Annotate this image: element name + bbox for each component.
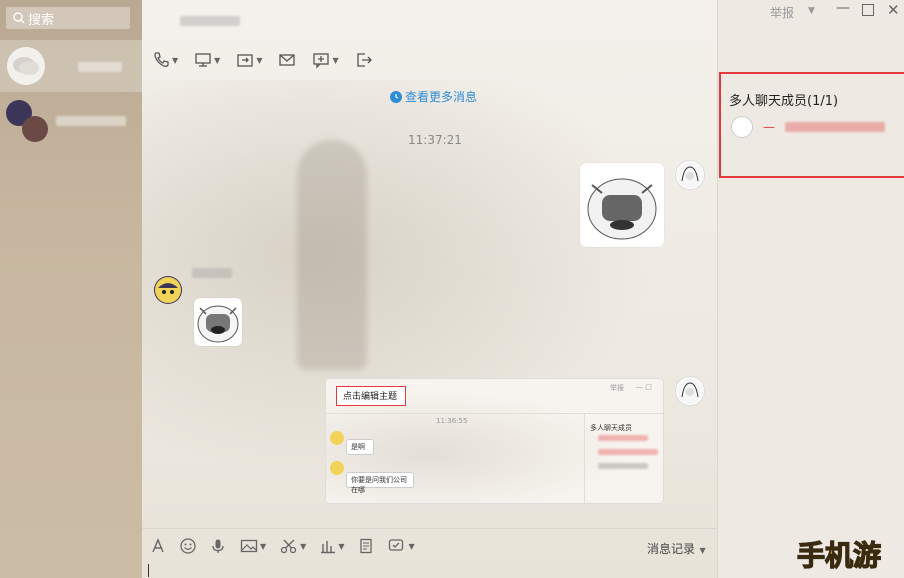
search-box[interactable]: 搜索 xyxy=(6,7,130,29)
emoji-button[interactable] xyxy=(180,538,196,554)
message-history-button[interactable]: 消息记录 ▼ xyxy=(647,540,706,557)
font-icon xyxy=(152,538,164,553)
background-silhouette xyxy=(297,140,367,370)
search-icon xyxy=(13,12,25,24)
chat-title-blurred xyxy=(180,16,240,26)
conversation-sidebar: 搜索 xyxy=(0,0,142,578)
message-timestamp: 11:37:21 xyxy=(408,133,462,147)
text-cursor xyxy=(148,564,149,577)
document-button[interactable] xyxy=(358,538,374,554)
message-input-area[interactable]: ▼ ▼ ▼ ▼ 消息记录 ▼ xyxy=(142,528,717,578)
close-icon[interactable]: ✕ xyxy=(887,1,900,19)
checklist-icon xyxy=(389,539,404,551)
file-transfer-icon xyxy=(237,54,253,67)
message-history-label: 消息记录 xyxy=(647,542,696,556)
maximize-icon[interactable] xyxy=(862,4,874,16)
inner-report: 举报 xyxy=(610,384,624,392)
report-button[interactable]: 举报 xyxy=(770,4,794,21)
member-dash: — xyxy=(763,120,775,134)
call-button[interactable]: ▼ xyxy=(152,51,178,69)
clock-icon xyxy=(390,90,402,103)
chat-panel: ▼ ▼ ▼ ▼ 查看更多消息 11:37:21 点击编辑主题 举报 — □ 11… xyxy=(142,0,717,578)
menu-dropdown-icon[interactable]: ▼ xyxy=(808,6,815,16)
add-app-icon xyxy=(313,53,330,69)
sticker-message-sent[interactable] xyxy=(580,163,664,247)
voice-button[interactable] xyxy=(210,538,226,554)
search-placeholder: 搜索 xyxy=(28,12,55,28)
contact-name-blurred xyxy=(192,268,232,278)
group-members-panel: 多人聊天成员(1/1) — xyxy=(719,72,904,178)
font-button[interactable] xyxy=(150,538,166,554)
svg-text:手机游: 手机游 xyxy=(797,539,881,572)
document-icon xyxy=(360,538,373,554)
sticker-message-received[interactable] xyxy=(194,298,242,346)
site-watermark-logo: 手机游 xyxy=(795,535,901,573)
add-app-button[interactable]: ▼ xyxy=(312,51,339,69)
right-panel: 举报 ▼ — ✕ 多人聊天成员(1/1) — xyxy=(717,0,904,578)
exit-button[interactable] xyxy=(355,51,373,69)
view-more-messages-link[interactable]: 查看更多消息 xyxy=(390,88,477,105)
image-icon xyxy=(240,539,258,553)
file-transfer-button[interactable]: ▼ xyxy=(236,51,262,69)
member-avatar xyxy=(731,116,753,138)
bar-chart-icon xyxy=(321,541,336,554)
smile-icon xyxy=(180,538,196,554)
inner-members-title: 多人聊天成员 xyxy=(590,424,632,432)
inner-title: 点击编辑主题 xyxy=(343,392,398,402)
view-more-messages-label: 查看更多消息 xyxy=(405,90,478,104)
conversation-item-group[interactable] xyxy=(0,40,142,92)
screenshot-image-message[interactable]: 点击编辑主题 举报 — □ 11:36:55 多人聊天成员 是啊 你要是问我们公… xyxy=(325,378,664,504)
phone-icon xyxy=(154,52,169,67)
contact-avatar-secondary xyxy=(22,116,48,142)
exit-icon xyxy=(356,53,372,67)
conversation-name-blurred xyxy=(78,62,122,72)
minimize-icon[interactable]: — xyxy=(836,0,850,16)
member-name-blurred xyxy=(785,122,885,132)
screen-share-icon xyxy=(195,53,211,67)
inner-msg-2: 你要是问我们公司在哪 xyxy=(351,476,407,494)
scissors-icon xyxy=(281,539,297,554)
mail-button[interactable] xyxy=(278,51,296,69)
conversation-item-contact[interactable] xyxy=(0,96,142,148)
contact-avatar-chat[interactable] xyxy=(154,276,182,304)
inner-msg-1: 是啊 xyxy=(351,443,365,451)
screenshot-button[interactable]: ▼ xyxy=(280,538,306,554)
inner-window-controls: — □ xyxy=(636,383,652,391)
more-tools-button[interactable]: ▼ xyxy=(388,538,415,554)
member-list-item[interactable]: — xyxy=(731,116,885,138)
group-chat-avatar xyxy=(7,47,45,85)
my-avatar[interactable] xyxy=(675,160,705,190)
chat-toolbar: ▼ ▼ ▼ ▼ xyxy=(152,50,373,70)
inner-time: 11:36:55 xyxy=(436,417,468,425)
mail-icon xyxy=(279,54,296,66)
input-toolbar: ▼ ▼ ▼ ▼ xyxy=(150,538,415,554)
conversation-name-blurred xyxy=(56,116,126,126)
image-button[interactable]: ▼ xyxy=(240,538,266,554)
group-members-title: 多人聊天成员(1/1) xyxy=(729,94,839,109)
inner-title-highlight: 点击编辑主题 xyxy=(336,386,406,406)
screen-share-button[interactable]: ▼ xyxy=(194,51,220,69)
my-avatar-2[interactable] xyxy=(675,376,705,406)
chart-button[interactable]: ▼ xyxy=(320,538,344,554)
microphone-icon xyxy=(212,539,224,553)
